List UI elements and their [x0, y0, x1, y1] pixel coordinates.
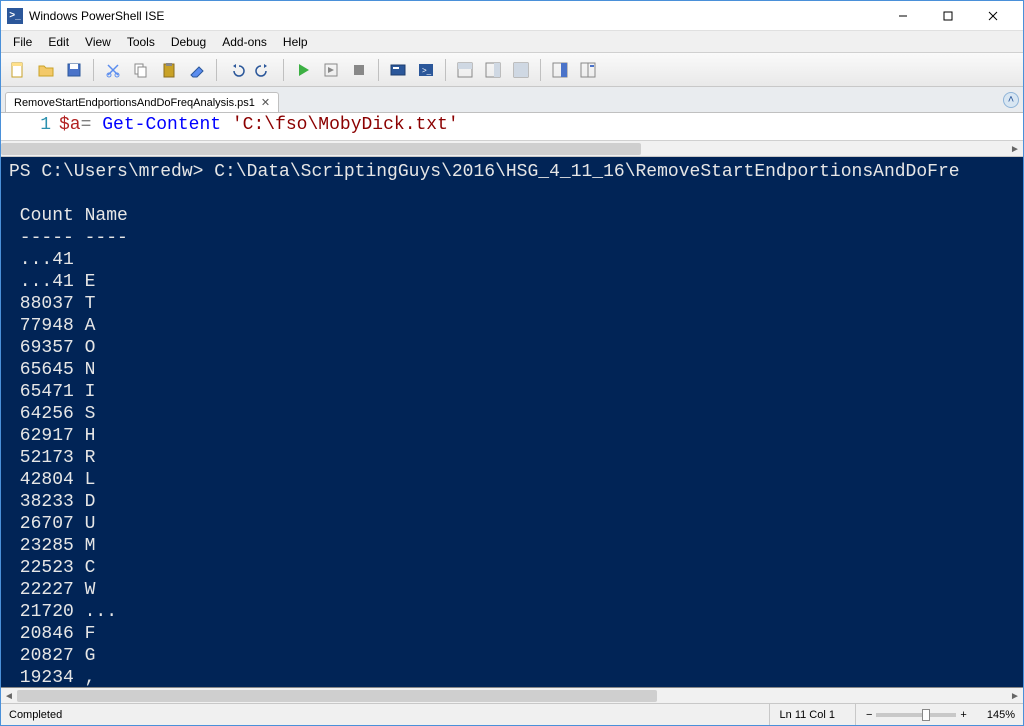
run-selection-button[interactable]	[318, 57, 344, 83]
show-script-max-button[interactable]	[508, 57, 534, 83]
maximize-button[interactable]	[925, 1, 970, 31]
zoom-in-icon[interactable]: +	[960, 709, 966, 721]
menu-debug[interactable]: Debug	[163, 33, 214, 51]
svg-text:>_: >_	[422, 66, 432, 75]
new-file-icon	[9, 61, 27, 79]
toolbar-separator	[540, 59, 541, 81]
menu-view[interactable]: View	[77, 33, 119, 51]
script-pane-toggle[interactable]: ˄	[1003, 92, 1019, 108]
minimize-icon	[898, 11, 908, 21]
redo-button[interactable]	[251, 57, 277, 83]
menubar: File Edit View Tools Debug Add-ons Help	[1, 31, 1023, 53]
statusbar: Completed Ln 11 Col 1 − + 145%	[1, 703, 1023, 725]
new-remote-button[interactable]	[385, 57, 411, 83]
scroll-left-arrow[interactable]: ◄	[1, 688, 17, 704]
chevron-up-icon: ˄	[1008, 94, 1014, 106]
token-string: 'C:\fso\MobyDick.txt'	[232, 115, 459, 135]
script-editor[interactable]: 1 $a= Get-Content 'C:\fso\MobyDick.txt'	[1, 113, 1023, 141]
minimize-button[interactable]	[880, 1, 925, 31]
tab-close-button[interactable]: ✕	[261, 96, 270, 109]
show-script-right-button[interactable]	[480, 57, 506, 83]
console-pane[interactable]: PS C:\Users\mredw> C:\Data\ScriptingGuys…	[1, 157, 1023, 687]
toolbar-separator	[445, 59, 446, 81]
clipboard-icon	[160, 61, 178, 79]
window-title: Windows PowerShell ISE	[29, 9, 164, 23]
console-pane-wrap: PS C:\Users\mredw> C:\Data\ScriptingGuys…	[1, 157, 1023, 703]
command-pane-icon	[551, 61, 569, 79]
menu-addons[interactable]: Add-ons	[214, 33, 275, 51]
app-icon: >_	[7, 8, 23, 24]
scrollbar-thumb[interactable]	[1, 143, 641, 155]
close-button[interactable]	[970, 1, 1015, 31]
clear-button[interactable]	[184, 57, 210, 83]
play-icon	[294, 61, 312, 79]
show-command-button[interactable]	[547, 57, 573, 83]
console-horizontal-scrollbar[interactable]: ◄ ►	[1, 687, 1023, 703]
toolbar: >_	[1, 53, 1023, 87]
titlebar: >_ Windows PowerShell ISE	[1, 1, 1023, 31]
toolbar-separator	[283, 59, 284, 81]
paste-button[interactable]	[156, 57, 182, 83]
undo-button[interactable]	[223, 57, 249, 83]
zoom-percent: 145%	[987, 709, 1015, 721]
menu-tools[interactable]: Tools	[119, 33, 163, 51]
code-line[interactable]: $a= Get-Content 'C:\fso\MobyDick.txt'	[59, 115, 1023, 140]
scrollbar-thumb[interactable]	[17, 690, 657, 702]
close-icon	[988, 11, 998, 21]
menu-edit[interactable]: Edit	[40, 33, 77, 51]
maximize-icon	[943, 11, 953, 21]
new-button[interactable]	[5, 57, 31, 83]
stop-button[interactable]	[346, 57, 372, 83]
token-cmdlet: Get-Content	[102, 115, 221, 135]
start-powershell-button[interactable]: >_	[413, 57, 439, 83]
tabstrip: RemoveStartEndportionsAndDoFreqAnalysis.…	[1, 87, 1023, 113]
copy-button[interactable]	[128, 57, 154, 83]
scroll-right-arrow[interactable]: ►	[1007, 688, 1023, 704]
save-icon	[65, 61, 83, 79]
cursor-position: Ln 11 Col 1	[769, 704, 845, 725]
eraser-icon	[188, 61, 206, 79]
menu-file[interactable]: File	[5, 33, 40, 51]
show-command-addon-button[interactable]	[575, 57, 601, 83]
remote-tab-icon	[389, 61, 407, 79]
run-button[interactable]	[290, 57, 316, 83]
stop-icon	[350, 61, 368, 79]
run-selection-icon	[322, 61, 340, 79]
layout-max-icon	[512, 61, 530, 79]
line-number-gutter: 1	[1, 115, 59, 140]
toolbar-separator	[216, 59, 217, 81]
scroll-right-arrow[interactable]: ►	[1007, 141, 1023, 157]
undo-icon	[227, 61, 245, 79]
layout-right-icon	[484, 61, 502, 79]
open-folder-icon	[37, 61, 55, 79]
toolbar-separator	[93, 59, 94, 81]
editor-horizontal-scrollbar[interactable]: ◄ ►	[1, 141, 1023, 157]
open-button[interactable]	[33, 57, 59, 83]
toolbar-separator	[378, 59, 379, 81]
zoom-control[interactable]: − +	[855, 704, 977, 725]
zoom-slider-handle[interactable]	[922, 709, 930, 721]
cut-button[interactable]	[100, 57, 126, 83]
scissors-icon	[104, 61, 122, 79]
token-operator: =	[81, 115, 92, 135]
command-addon-icon	[579, 61, 597, 79]
copy-icon	[132, 61, 150, 79]
layout-top-icon	[456, 61, 474, 79]
powershell-icon: >_	[417, 61, 435, 79]
tab-label: RemoveStartEndportionsAndDoFreqAnalysis.…	[14, 97, 255, 109]
redo-icon	[255, 61, 273, 79]
zoom-out-icon[interactable]: −	[866, 709, 872, 721]
menu-help[interactable]: Help	[275, 33, 316, 51]
save-button[interactable]	[61, 57, 87, 83]
show-script-button[interactable]	[452, 57, 478, 83]
zoom-slider-track[interactable]	[876, 713, 956, 717]
token-variable: $a	[59, 115, 81, 135]
status-text: Completed	[9, 709, 62, 721]
file-tab[interactable]: RemoveStartEndportionsAndDoFreqAnalysis.…	[5, 92, 279, 112]
